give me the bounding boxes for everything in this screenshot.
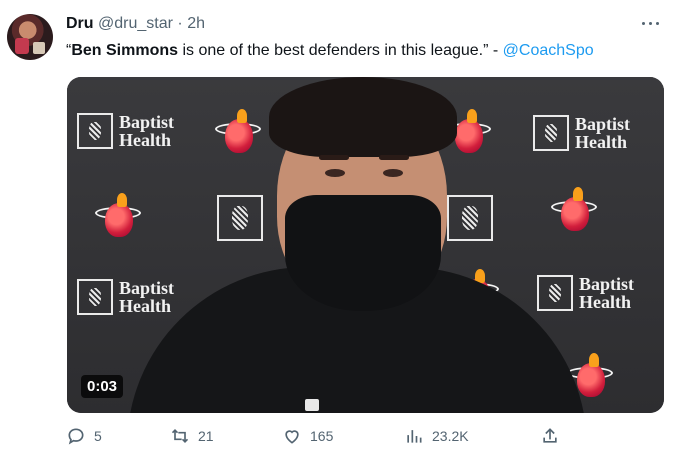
face-mask: [285, 195, 441, 311]
like-button[interactable]: 165: [282, 426, 333, 446]
video-duration: 0:03: [81, 375, 124, 398]
tweet-header: Dru @dru_star · 2h: [66, 14, 205, 34]
retweet-button[interactable]: 21: [170, 426, 214, 446]
retweet-icon: [171, 428, 189, 444]
speaker: [127, 77, 587, 413]
tweet-text-rest: is one of the best defenders in this lea…: [178, 42, 503, 59]
video-player[interactable]: Baptist Health Baptist Health Baptist Healt…: [67, 77, 664, 413]
views-icon: [407, 430, 422, 443]
like-count: 165: [310, 428, 334, 444]
tweet-text-bold: Ben Simmons: [71, 42, 179, 59]
reply-icon: [68, 428, 84, 445]
nba-logo: [305, 399, 319, 411]
timestamp[interactable]: 2h: [187, 15, 205, 32]
action-bar: 5 21 165 23.2K: [66, 426, 666, 450]
mention-link[interactable]: @CoachSpo: [503, 42, 594, 59]
share-icon: [543, 428, 557, 443]
reply-count: 5: [94, 428, 102, 444]
views-button[interactable]: 23.2K: [404, 426, 469, 446]
author-name[interactable]: Dru: [66, 15, 94, 32]
avatar[interactable]: [7, 14, 53, 60]
share-button[interactable]: [540, 426, 560, 446]
views-count: 23.2K: [432, 428, 469, 444]
like-icon: [285, 430, 299, 444]
retweet-count: 21: [198, 428, 214, 444]
tweet: Dru @dru_star · 2h “Ben Simmons is one o…: [0, 0, 680, 456]
more-icon[interactable]: [640, 12, 662, 34]
separator-dot: ·: [177, 15, 183, 32]
reply-button[interactable]: 5: [66, 426, 102, 446]
tweet-text: “Ben Simmons is one of the best defender…: [66, 41, 594, 61]
author-handle[interactable]: @dru_star: [98, 15, 173, 32]
